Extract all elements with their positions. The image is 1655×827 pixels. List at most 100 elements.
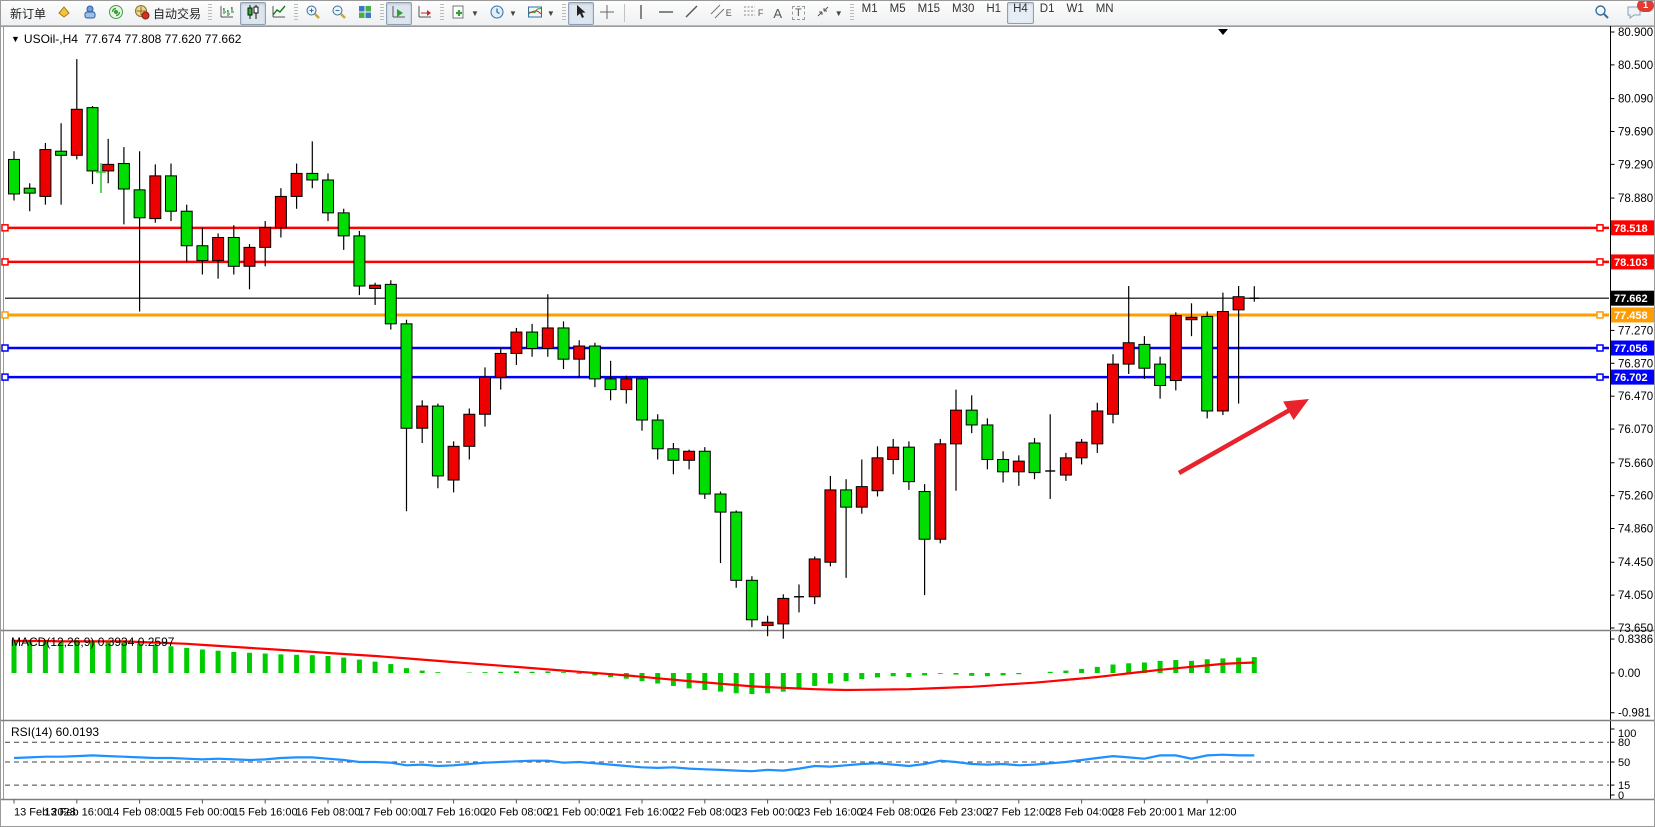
timeframe-w1-button[interactable]: W1 <box>1060 2 1089 24</box>
svg-text:77.270: 77.270 <box>1618 325 1653 337</box>
bar-chart-button[interactable] <box>214 2 240 25</box>
rsi-indicator-label: RSI(14) 60.0193 <box>11 725 99 739</box>
svg-text:16 Feb 08:00: 16 Feb 08:00 <box>296 807 361 819</box>
dropdown-caret-icon: ▼ <box>471 9 479 18</box>
toolbar-grip <box>440 4 444 22</box>
arrows-shapes-button[interactable]: ▼ <box>810 2 848 25</box>
svg-text:1 Mar 12:00: 1 Mar 12:00 <box>1178 807 1237 819</box>
text-label-button[interactable]: T <box>787 2 810 25</box>
chart-title-ohlc: 77.674 77.808 77.620 77.662 <box>85 32 242 46</box>
toolbar-grip <box>208 4 212 22</box>
dropdown-caret-icon: ▼ <box>547 9 555 18</box>
trendline-button[interactable] <box>679 2 705 25</box>
tile-windows-button[interactable] <box>352 2 378 25</box>
svg-text:50: 50 <box>1618 757 1630 769</box>
timeframe-m15-button[interactable]: M15 <box>912 2 946 24</box>
svg-text:15 Feb 00:00: 15 Feb 00:00 <box>170 807 235 819</box>
tile-windows-icon <box>357 4 373 23</box>
svg-text:28 Feb 20:00: 28 Feb 20:00 <box>1112 807 1177 819</box>
svg-text:77.056: 77.056 <box>1614 343 1648 355</box>
svg-text:77.662: 77.662 <box>1614 293 1648 305</box>
period-clock-button[interactable]: ▼ <box>484 2 522 25</box>
chart-shift-button[interactable] <box>412 2 438 25</box>
timeframe-h4-button[interactable]: H4 <box>1007 2 1034 24</box>
bar-chart-icon <box>219 4 235 23</box>
svg-text:17 Feb 16:00: 17 Feb 16:00 <box>421 807 486 819</box>
line-chart-button[interactable] <box>266 2 292 25</box>
svg-text:0.8386: 0.8386 <box>1618 634 1653 646</box>
zoom-out-icon <box>331 4 347 23</box>
svg-text:79.690: 79.690 <box>1618 126 1653 138</box>
vertical-line-icon <box>634 4 648 23</box>
text-tool-icon: A <box>773 6 782 21</box>
shift-marker-icon <box>1218 29 1228 35</box>
top-toolbar: 新订单 自动交易 <box>1 1 1655 26</box>
macd-panel[interactable]: 0.83860.00-0.981 <box>14 634 1653 720</box>
svg-text:24 Feb 08:00: 24 Feb 08:00 <box>861 807 926 819</box>
channel-letter: E <box>726 8 732 18</box>
search-button[interactable] <box>1589 2 1615 25</box>
fibonacci-button[interactable]: F <box>737 2 769 25</box>
drawing-objects[interactable] <box>96 29 1309 473</box>
svg-text:77.458: 77.458 <box>1614 310 1648 322</box>
svg-text:21 Feb 00:00: 21 Feb 00:00 <box>547 807 612 819</box>
indicators-icon <box>527 4 543 23</box>
svg-text:75.260: 75.260 <box>1618 491 1653 503</box>
svg-text:80: 80 <box>1618 737 1630 749</box>
macd-indicator-label: MACD(12,26,9) 0.3934 0.2597 <box>11 635 174 649</box>
chart-canvas[interactable]: 78.51878.10377.66277.45877.05676.70280.9… <box>1 26 1655 827</box>
timeframe-mn-button[interactable]: MN <box>1090 2 1120 24</box>
svg-text:14 Feb 08:00: 14 Feb 08:00 <box>107 807 172 819</box>
rsi-panel[interactable]: 1008050150 <box>5 728 1636 802</box>
dropdown-caret-icon: ▼ <box>509 9 517 18</box>
indicators-button[interactable]: ▼ <box>522 2 560 25</box>
chart-title-symbol: USOil-,H4 <box>24 32 78 46</box>
time-axis[interactable]: 13 Feb 202313 Feb 16:0014 Feb 08:0015 Fe… <box>14 800 1237 819</box>
mt4-window: { "toolbar": { "new_order_label": "新订单",… <box>0 0 1655 827</box>
trend-arrow-object[interactable] <box>1179 399 1309 473</box>
price-axis[interactable]: 80.90080.50080.09079.69079.29078.88077.2… <box>1611 27 1654 635</box>
market-watch-button[interactable] <box>51 2 77 25</box>
chart-shift-icon <box>417 4 433 23</box>
chat-button[interactable]: 1 <box>1621 2 1648 25</box>
zoom-in-icon <box>305 4 321 23</box>
vertical-line-button[interactable] <box>629 2 653 25</box>
text-button[interactable]: A <box>768 2 787 25</box>
timeframe-m5-button[interactable]: M5 <box>884 2 912 24</box>
svg-text:75.660: 75.660 <box>1618 458 1653 470</box>
cursor-button[interactable] <box>568 2 594 25</box>
svg-text:21 Feb 16:00: 21 Feb 16:00 <box>610 807 675 819</box>
toolbar-separator <box>624 4 625 22</box>
signal-button[interactable] <box>103 2 129 25</box>
clock-icon <box>489 4 505 23</box>
crosshair-button[interactable] <box>594 2 620 25</box>
svg-text:27 Feb 12:00: 27 Feb 12:00 <box>986 807 1051 819</box>
new-chart-icon <box>451 4 467 23</box>
svg-text:78.518: 78.518 <box>1614 223 1648 235</box>
horizontal-line-button[interactable] <box>653 2 679 25</box>
zoom-out-button[interactable] <box>326 2 352 25</box>
svg-text:76.470: 76.470 <box>1618 391 1653 403</box>
svg-text:74.450: 74.450 <box>1618 557 1653 569</box>
timeframe-d1-button[interactable]: D1 <box>1034 2 1061 24</box>
channel-icon <box>710 4 726 23</box>
auto-scroll-button[interactable] <box>386 2 412 25</box>
svg-text:76.870: 76.870 <box>1618 358 1653 370</box>
equidistant-channel-button[interactable]: E <box>705 2 737 25</box>
new-order-button[interactable]: 新订单 <box>5 2 51 25</box>
profile-button[interactable] <box>77 2 103 25</box>
autotrading-button[interactable]: 自动交易 <box>129 2 206 25</box>
chart-window: 78.51878.10377.66277.45877.05676.70280.9… <box>1 26 1655 827</box>
new-chart-button[interactable]: ▼ <box>446 2 484 25</box>
zoom-in-button[interactable] <box>300 2 326 25</box>
candlestick-chart-button[interactable] <box>240 2 266 25</box>
svg-text:79.290: 79.290 <box>1618 159 1653 171</box>
crosshair-icon <box>599 4 615 23</box>
collapse-triangle-icon[interactable]: ▼ <box>11 34 20 44</box>
svg-text:80.090: 80.090 <box>1618 94 1653 106</box>
timeframe-m30-button[interactable]: M30 <box>946 2 980 24</box>
timeframe-h1-button[interactable]: H1 <box>980 2 1007 24</box>
label-tool-icon: T <box>792 6 805 20</box>
toolbar-grip <box>294 4 298 22</box>
timeframe-m1-button[interactable]: M1 <box>856 2 884 24</box>
